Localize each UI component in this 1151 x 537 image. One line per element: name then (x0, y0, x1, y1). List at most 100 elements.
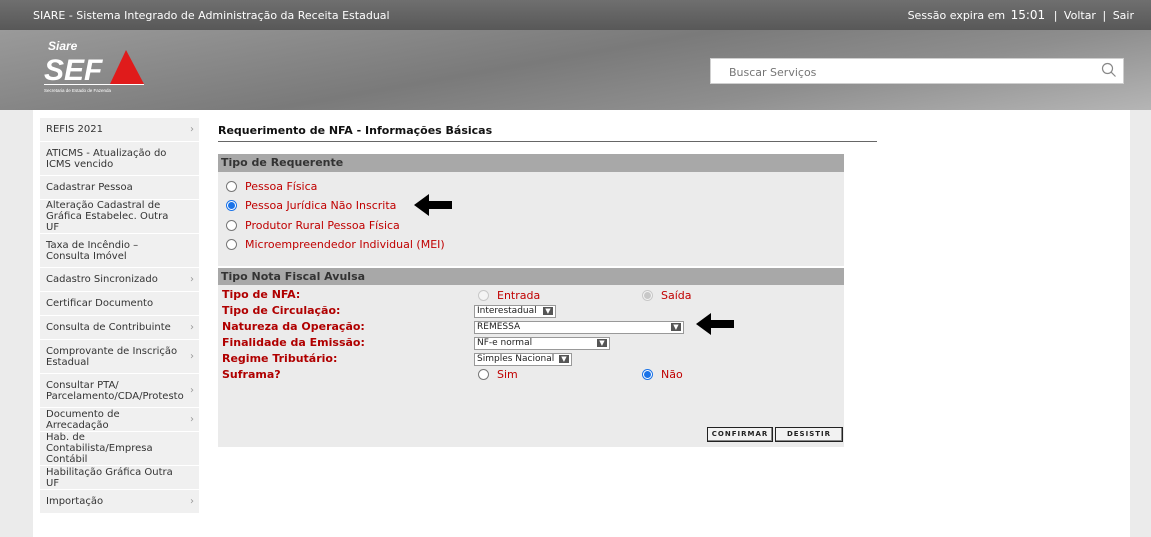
regime-select[interactable]: Simples Nacional ▼ (474, 353, 572, 366)
radio-pessoa-juridica[interactable]: Pessoa Jurídica Não Inscrita (226, 197, 396, 213)
radio-label: Microempreendedor Individual (MEI) (245, 237, 445, 251)
separator: | (1102, 9, 1107, 22)
arrow-left-icon (414, 194, 452, 216)
search-input[interactable] (727, 59, 1101, 85)
sidebar-item-label: Certificar Documento (46, 298, 154, 309)
finalidade-select[interactable]: NF-e normal ▼ (474, 337, 610, 350)
select-value: Interestadual (477, 306, 537, 316)
sidebar-item-label: Importação (46, 496, 104, 507)
sef-logo[interactable]: Siare SEF Secretaria de Estado de Fazend… (40, 36, 150, 98)
sidebar-item-label: Alteração Cadastral de Gráfica Estabelec… (46, 200, 169, 233)
sidebar-item[interactable]: Cadastro Sincronizado › (40, 268, 199, 292)
radio-label: Entrada (497, 288, 541, 302)
sidebar-menu: REFIS 2021 › ATICMS - Atualização do ICMS… (40, 118, 199, 514)
regime-label: Regime Tributário: (222, 352, 338, 365)
dropdown-arrow-icon: ▼ (543, 307, 553, 315)
radio-button[interactable] (226, 219, 237, 231)
sidebar-item[interactable]: Alteração Cadastral de Gráfica Estabelec… (40, 200, 199, 234)
exit-link[interactable]: Sair (1113, 9, 1134, 22)
chevron-right-icon: › (190, 384, 194, 396)
sidebar-item-label: Consulta de Contribuinte (46, 322, 171, 333)
natureza-select[interactable]: REMESSA ▼ (474, 321, 684, 334)
radio-suframa-nao[interactable]: Não (642, 366, 683, 382)
sidebar-item-label: Cadastro Sincronizado (46, 274, 158, 285)
sidebar-item-label: Consultar PTA/ Parcelamento/CDA/Protesto (46, 379, 184, 402)
radio-label: Pessoa Física (245, 179, 318, 193)
chevron-right-icon: › (190, 273, 194, 285)
radio-suframa-sim[interactable]: Sim (478, 366, 518, 382)
sidebar-item-label: Comprovante de Inscrição Estadual (46, 345, 178, 368)
top-bar: SIARE - Sistema Integrado de Administraç… (0, 0, 1151, 30)
confirm-button[interactable]: CONFIRMAR (707, 427, 773, 442)
radio-button[interactable] (226, 180, 237, 192)
sidebar-item-label: ATICMS - Atualização do ICMS vencido (46, 147, 167, 170)
select-value: REMESSA (477, 322, 521, 332)
natureza-label: Natureza da Operação: (222, 320, 365, 333)
page-title: Requerimento de NFA - Informações Básica… (218, 124, 877, 142)
radio-mei[interactable]: Microempreendedor Individual (MEI) (226, 236, 445, 252)
session-time: 15:01 (1010, 8, 1046, 22)
sidebar-item[interactable]: ATICMS - Atualização do ICMS vencido (40, 142, 199, 176)
sidebar-item-label: Taxa de Incêndio – Consulta Imóvel (46, 239, 139, 262)
dropdown-arrow-icon: ▼ (597, 339, 607, 347)
chevron-right-icon: › (190, 321, 194, 333)
sidebar-item[interactable]: Cadastrar Pessoa (40, 176, 199, 200)
logo-top-text: Siare (48, 39, 78, 53)
dropdown-arrow-icon: ▼ (559, 355, 569, 363)
session-label: Sessão expira em (907, 9, 1006, 22)
tipo-nota-header: Tipo Nota Fiscal Avulsa (218, 268, 844, 286)
circulacao-label: Tipo de Circulação: (222, 304, 341, 317)
tipo-nota-panel: Tipo de NFA: Entrada Saída Tipo de Circu… (218, 285, 844, 447)
suframa-label: Suframa? (222, 368, 281, 381)
tipo-nfa-label: Tipo de NFA: (222, 288, 301, 301)
sidebar-item[interactable]: Consulta de Contribuinte › (40, 316, 199, 340)
content-area: REFIS 2021 › ATICMS - Atualização do ICMS… (33, 110, 1130, 537)
radio-pessoa-fisica[interactable]: Pessoa Física (226, 178, 317, 194)
sidebar-item[interactable]: Importação › (40, 490, 199, 514)
chevron-right-icon: › (190, 350, 194, 362)
search-icon[interactable] (1101, 62, 1117, 81)
radio-button[interactable] (226, 238, 237, 250)
radio-label: Produtor Rural Pessoa Física (245, 218, 400, 232)
header-banner: Siare SEF Secretaria de Estado de Fazend… (0, 30, 1151, 110)
sidebar-item[interactable]: Habilitação Gráfica Outra UF (40, 466, 199, 490)
back-link[interactable]: Voltar (1064, 9, 1096, 22)
chevron-right-icon: › (190, 413, 194, 425)
separator: | (1053, 9, 1058, 22)
finalidade-label: Finalidade da Emissão: (222, 336, 365, 349)
radio-entrada: Entrada (478, 287, 540, 303)
radio-saida: Saída (642, 287, 692, 303)
cancel-button[interactable]: DESISTIR (775, 427, 843, 442)
search-box[interactable] (710, 58, 1124, 85)
radio-label: Sim (497, 367, 518, 381)
circulacao-select[interactable]: Interestadual ▼ (474, 305, 556, 318)
session-info: Sessão expira em 15:01 | Voltar | Sair (908, 8, 1134, 22)
sidebar-item[interactable]: Comprovante de Inscrição Estadual › (40, 340, 199, 374)
tipo-requerente-header: Tipo de Requerente (218, 154, 844, 172)
sidebar-item[interactable]: REFIS 2021 › (40, 118, 199, 142)
sidebar-item[interactable]: Certificar Documento (40, 292, 199, 316)
radio-label: Saída (661, 288, 692, 302)
chevron-right-icon: › (190, 495, 194, 507)
logo-sub-text: Secretaria de Estado de Fazenda (44, 88, 112, 93)
app-title: SIARE - Sistema Integrado de Administraç… (33, 9, 390, 22)
radio-produtor-rural[interactable]: Produtor Rural Pessoa Física (226, 217, 400, 233)
radio-button[interactable] (226, 199, 237, 211)
sidebar-item[interactable]: Consultar PTA/ Parcelamento/CDA/Protesto… (40, 374, 199, 408)
sidebar-item-label: Habilitação Gráfica Outra UF (46, 466, 173, 489)
radio-label: Pessoa Jurídica Não Inscrita (245, 198, 397, 212)
tipo-requerente-panel: Pessoa Física Pessoa Jurídica Não Inscri… (218, 172, 844, 266)
chevron-right-icon: › (190, 123, 194, 135)
sidebar-item-label: Hab. de Contabilista/Empresa Contábil (46, 432, 153, 465)
radio-button[interactable] (478, 368, 489, 380)
sidebar-item[interactable]: Taxa de Incêndio – Consulta Imóvel (40, 234, 199, 268)
logo-main-text: SEF (44, 54, 103, 87)
dropdown-arrow-icon: ▼ (671, 323, 681, 331)
radio-button (478, 289, 489, 301)
sidebar-item[interactable]: Documento de Arrecadação › (40, 408, 199, 432)
sidebar-item-label: Cadastrar Pessoa (46, 182, 133, 193)
sidebar-item-label: Documento de Arrecadação (46, 408, 120, 431)
radio-button[interactable] (642, 368, 653, 380)
sidebar-item[interactable]: Hab. de Contabilista/Empresa Contábil (40, 432, 199, 466)
radio-label: Não (661, 367, 683, 381)
